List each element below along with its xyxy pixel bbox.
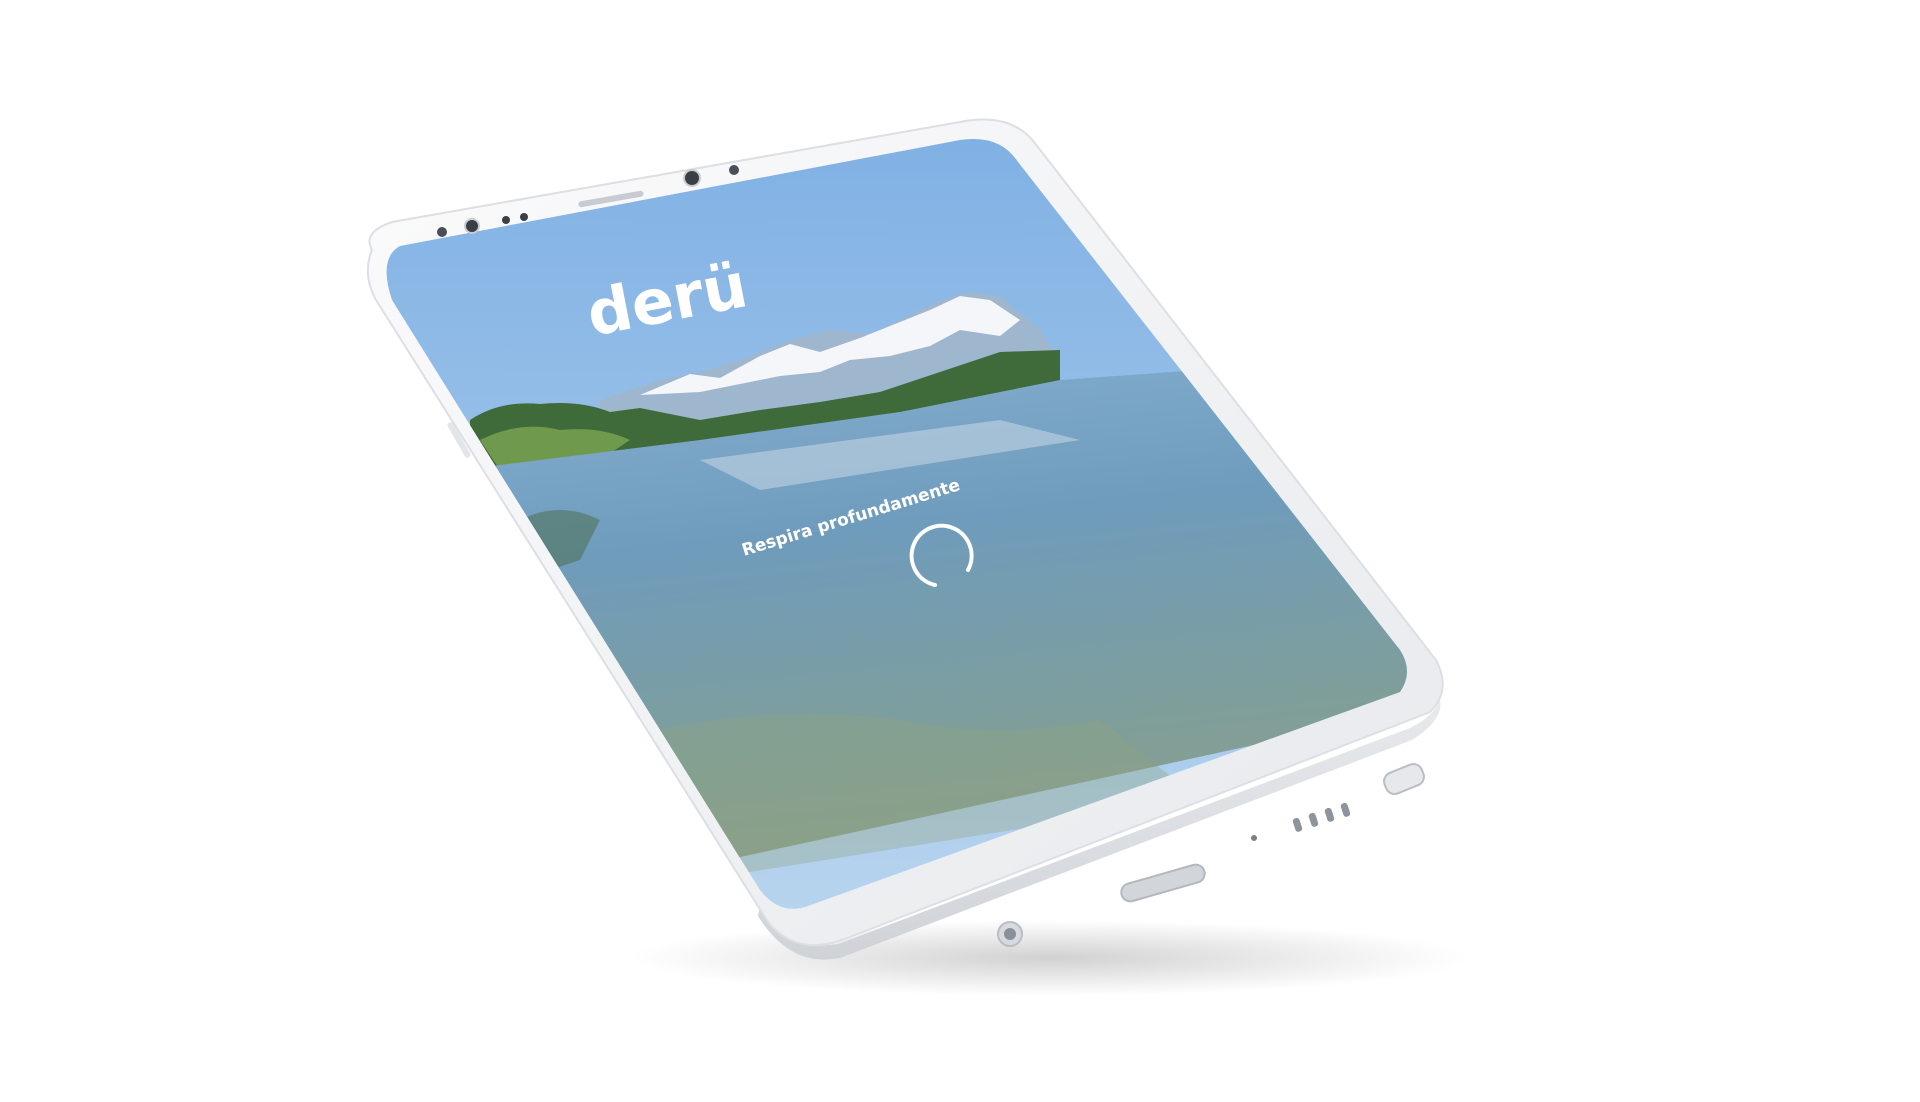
front-camera-icon xyxy=(464,218,480,234)
phone-illustration: derü Respira profundamente xyxy=(366,118,1470,996)
speaker-grille-icon xyxy=(1292,817,1303,832)
device-shadow xyxy=(630,920,1470,996)
sensor-dot-icon-3 xyxy=(520,213,528,221)
device-mockup-scene: derü Respira profundamente xyxy=(0,0,1920,1102)
iris-camera-icon xyxy=(683,169,701,187)
s-pen-stylus-icon[interactable] xyxy=(1381,761,1426,796)
sensor-dot-icon-2 xyxy=(502,216,510,224)
sensor-dot-icon xyxy=(437,227,447,237)
usb-c-port-icon xyxy=(1120,863,1206,903)
microphone-hole-icon xyxy=(1251,835,1257,841)
proximity-sensor-icon xyxy=(729,165,739,175)
